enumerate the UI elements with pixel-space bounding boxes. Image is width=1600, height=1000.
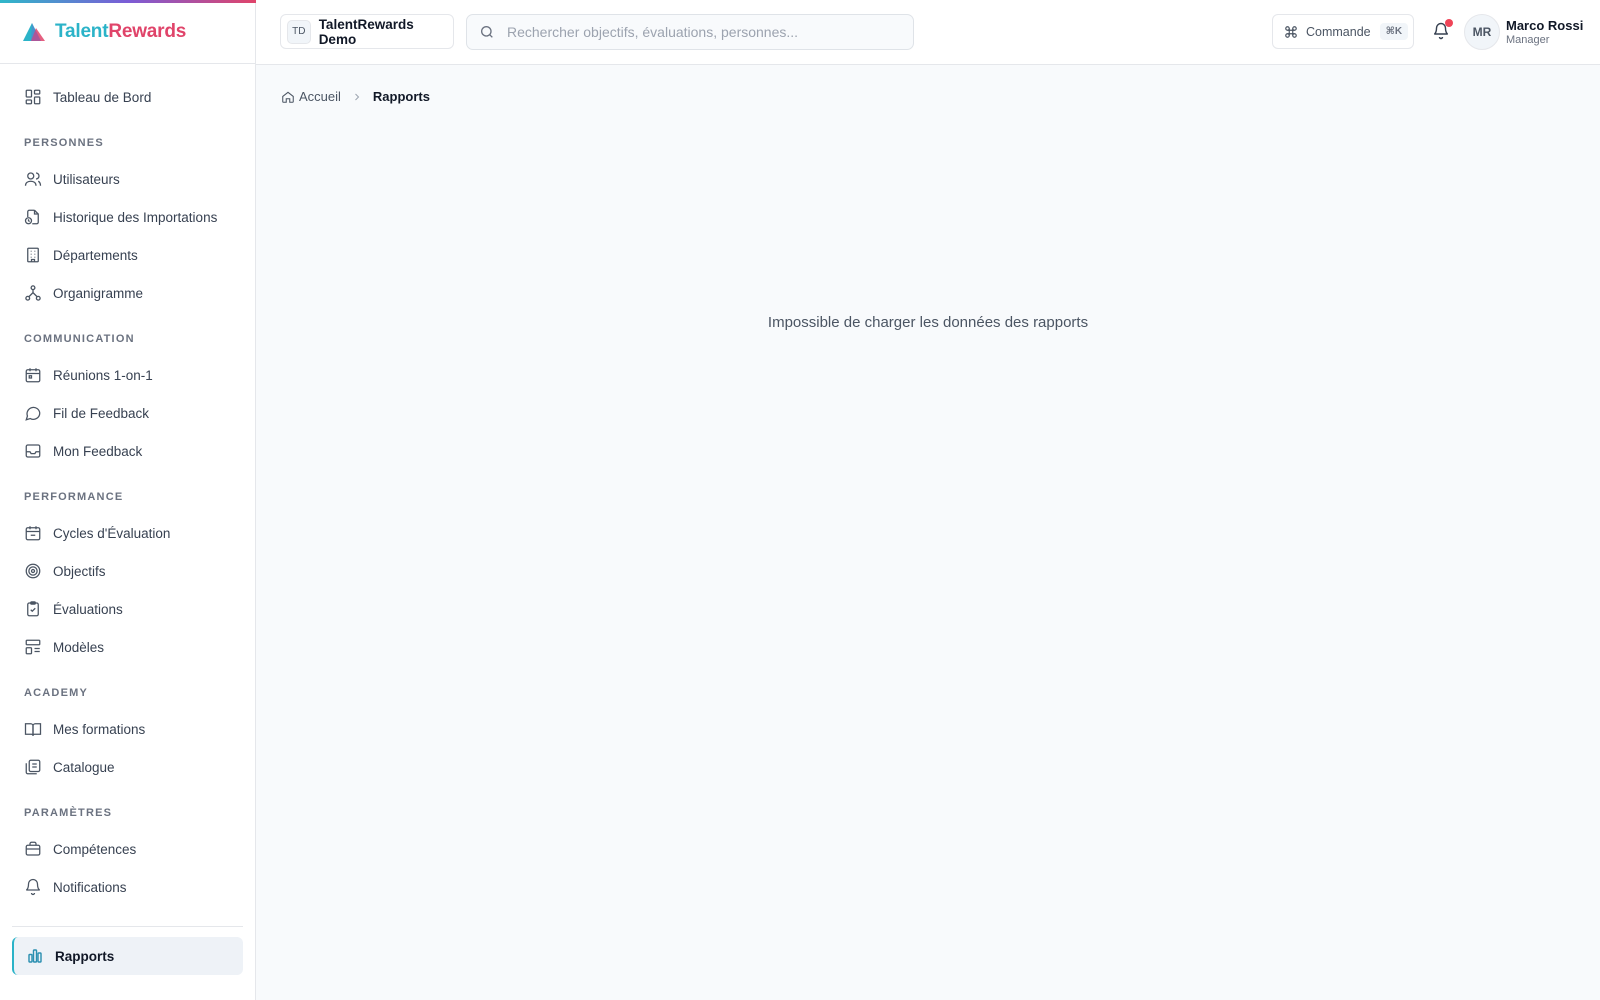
sidebar-item-label: Utilisateurs <box>53 171 120 187</box>
section-title-parametres: PARAMÈTRES <box>24 807 113 819</box>
brand[interactable]: TalentRewards <box>0 0 255 64</box>
calendar-cycle-icon <box>24 524 42 542</box>
sidebar-item-evaluations[interactable]: Évaluations <box>0 590 255 628</box>
org-switcher[interactable]: TD TalentRewards Demo <box>280 14 454 49</box>
building-icon <box>24 246 42 264</box>
sidebar-item-competences[interactable]: Compétences <box>0 830 255 868</box>
file-history-icon <box>24 208 42 226</box>
sidebar-item-catalogue[interactable]: Catalogue <box>0 748 255 786</box>
section-title-communication: COMMUNICATION <box>24 333 135 345</box>
sidebar-item-reunions[interactable]: Réunions 1-on-1 <box>0 356 255 394</box>
section-title-performance: PERFORMANCE <box>24 491 124 503</box>
breadcrumb-home[interactable]: Accueil <box>299 89 341 104</box>
org-chart-icon <box>24 284 42 302</box>
sidebar-item-mes-formations[interactable]: Mes formations <box>0 710 255 748</box>
sidebar-item-organigramme[interactable]: Organigramme <box>0 274 255 312</box>
inbox-icon <box>24 442 42 460</box>
command-shortcut: ⌘K <box>1379 23 1409 40</box>
library-icon <box>24 758 42 776</box>
sidebar-item-label: Cycles d'Évaluation <box>53 525 171 541</box>
bar-chart-icon <box>26 947 44 965</box>
sidebar-item-label: Départements <box>53 247 138 263</box>
sidebar-item-historique-importations[interactable]: Historique des Importations <box>0 198 255 236</box>
sidebar-divider <box>12 926 243 927</box>
sidebar-item-label: Modèles <box>53 639 105 655</box>
sidebar: TalentRewards Tableau de Bord PERSONNES … <box>0 0 256 1000</box>
section-title-academy: ACADEMY <box>24 687 89 699</box>
sidebar-item-label: Compétences <box>53 841 137 857</box>
org-name: TalentRewards Demo <box>318 16 414 47</box>
search-icon <box>479 24 495 40</box>
sidebar-item-label: Notifications <box>53 879 127 895</box>
book-open-icon <box>24 720 42 738</box>
sidebar-nav: Tableau de Bord PERSONNES Utilisateurs H… <box>0 64 255 975</box>
sidebar-item-objectifs[interactable]: Objectifs <box>0 552 255 590</box>
sidebar-item-label: Catalogue <box>53 759 115 775</box>
brand-name: TalentRewards <box>55 21 186 43</box>
sidebar-item-label: Organigramme <box>53 285 144 301</box>
clipboard-check-icon <box>24 600 42 618</box>
search-box <box>466 14 914 50</box>
avatar[interactable]: MR <box>1464 14 1500 50</box>
command-label: Commande <box>1306 24 1371 39</box>
dashboard-icon <box>24 88 42 106</box>
notification-dot <box>1445 19 1453 27</box>
user-name[interactable]: Marco Rossi <box>1506 18 1583 33</box>
sidebar-item-label: Rapports <box>55 948 115 964</box>
sidebar-item-label: Objectifs <box>53 563 106 579</box>
command-button[interactable]: Commande ⌘K <box>1272 14 1414 49</box>
sidebar-item-mon-feedback[interactable]: Mon Feedback <box>0 432 255 470</box>
bell-icon <box>24 878 42 896</box>
users-icon <box>24 170 42 188</box>
sidebar-item-departements[interactable]: Départements <box>0 236 255 274</box>
top-header: TD TalentRewards Demo Commande ⌘K MR Mar… <box>256 0 1600 65</box>
breadcrumb: Accueil Rapports <box>281 89 430 104</box>
sidebar-item-utilisateurs[interactable]: Utilisateurs <box>0 160 255 198</box>
top-accent-bar <box>0 0 256 3</box>
section-title-personnes: PERSONNES <box>24 137 104 149</box>
sidebar-item-label: Tableau de Bord <box>53 89 152 105</box>
template-icon <box>24 638 42 656</box>
triangle-logo-icon <box>22 22 46 42</box>
brand-name-part1: Talent <box>55 20 109 42</box>
calendar-icon <box>24 366 42 384</box>
sidebar-item-fil-feedback[interactable]: Fil de Feedback <box>0 394 255 432</box>
search-input[interactable] <box>507 24 907 40</box>
sidebar-item-label: Mon Feedback <box>53 443 143 459</box>
sidebar-item-modeles[interactable]: Modèles <box>0 628 255 666</box>
chevron-right-icon <box>351 91 363 103</box>
org-badge: TD <box>287 19 311 44</box>
sidebar-item-label: Fil de Feedback <box>53 405 150 421</box>
user-role: Manager <box>1506 34 1550 46</box>
command-icon <box>1284 25 1298 39</box>
sidebar-item-label: Historique des Importations <box>53 209 218 225</box>
sidebar-item-label: Évaluations <box>53 601 123 617</box>
sidebar-item-cycles-evaluation[interactable]: Cycles d'Évaluation <box>0 514 255 552</box>
sidebar-item-label: Réunions 1-on-1 <box>53 367 153 383</box>
sidebar-item-label: Mes formations <box>53 721 146 737</box>
chat-bubble-icon <box>24 404 42 422</box>
brand-name-part2: Rewards <box>108 20 187 42</box>
sidebar-item-rapports[interactable]: Rapports <box>12 937 243 975</box>
target-icon <box>24 562 42 580</box>
sidebar-item-tableau-de-bord[interactable]: Tableau de Bord <box>0 78 255 116</box>
home-icon[interactable] <box>281 90 295 104</box>
error-message: Impossible de charger les données des ra… <box>767 314 1089 331</box>
sidebar-item-notifications[interactable]: Notifications <box>0 868 255 906</box>
briefcase-icon <box>24 840 42 858</box>
breadcrumb-current: Rapports <box>372 89 430 104</box>
